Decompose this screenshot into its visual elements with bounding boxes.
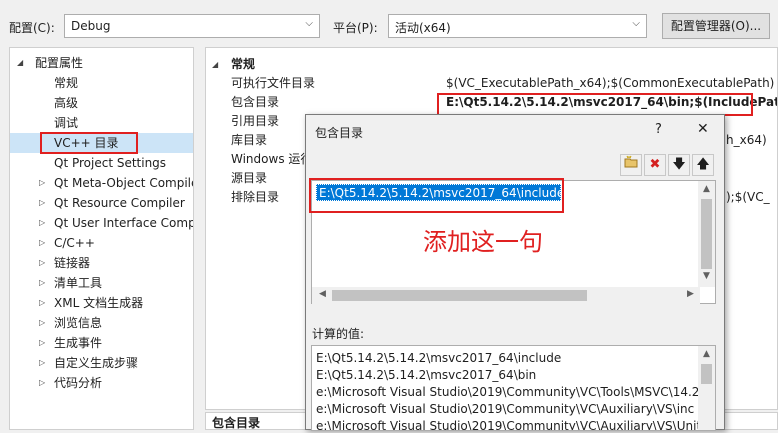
- tree-item-label: 常规: [54, 76, 79, 90]
- tree-item[interactable]: ▷ Qt Meta-Object Compile: [10, 173, 194, 193]
- platform-label: 平台(P):: [333, 21, 378, 35]
- computed-value-item: e:\Microsoft Visual Studio\2019\Communit…: [316, 402, 695, 416]
- annotation-text: 添加这一句: [423, 228, 543, 256]
- highlight-box: [40, 132, 138, 154]
- chevron-down-icon: ⌵: [632, 18, 640, 29]
- close-button[interactable]: ✕: [697, 121, 709, 137]
- computed-values-list[interactable]: E:\Qt5.14.2\5.14.2\msvc2017_64\include E:…: [311, 345, 716, 431]
- tree-item[interactable]: Qt Project Settings: [10, 153, 193, 173]
- property-name: 源目录: [231, 171, 268, 185]
- platform-value: 活动(x64): [395, 21, 451, 35]
- tree-item[interactable]: ▷ 链接器: [10, 253, 193, 273]
- property-name: 包含目录: [231, 95, 280, 109]
- move-down-icon[interactable]: 🡇: [668, 154, 690, 176]
- tree-item-label: 高级: [54, 96, 79, 110]
- property-value[interactable]: );$(VC_: [726, 188, 770, 207]
- help-button[interactable]: ?: [655, 122, 662, 137]
- property-value[interactable]: h_x64): [726, 131, 767, 150]
- tree-item[interactable]: ▷ 清单工具: [10, 273, 193, 293]
- computed-value-item: e:\Microsoft Visual Studio\2019\Communit…: [316, 385, 700, 399]
- tree-item[interactable]: ▷ 代码分析: [10, 373, 193, 393]
- grid-section-header[interactable]: ◢ 常规: [206, 55, 777, 74]
- chevron-down-icon: ⌵: [305, 18, 313, 29]
- collapse-triangle-icon: ◢: [212, 60, 219, 69]
- computed-value-item: e:\Microsoft Visual Studio\2019\Communit…: [316, 419, 716, 431]
- vertical-scrollbar[interactable]: ▲ ▼: [698, 181, 715, 287]
- tree-item[interactable]: ▷ C/C++: [10, 233, 193, 253]
- property-name: 可执行文件目录: [231, 76, 316, 90]
- delete-icon[interactable]: ✖: [644, 154, 666, 176]
- scroll-thumb[interactable]: [701, 364, 712, 384]
- tree-item-label: Qt Meta-Object Compile: [54, 176, 194, 190]
- highlight-box: [309, 178, 564, 213]
- tree-item-label: 代码分析: [54, 376, 103, 390]
- move-up-icon[interactable]: 🡅: [692, 154, 714, 176]
- tree-item-label: Qt User Interface Comp: [54, 216, 194, 230]
- tree-item-label: 清单工具: [54, 276, 103, 290]
- config-label: 配置(C):: [9, 21, 55, 35]
- expand-triangle-icon[interactable]: ▷: [39, 313, 45, 333]
- tree-item-label: 链接器: [54, 256, 91, 270]
- expand-triangle-icon[interactable]: ▷: [39, 233, 45, 253]
- property-name: Windows 运行: [231, 152, 313, 166]
- scroll-thumb[interactable]: [332, 290, 587, 301]
- computed-value-item: E:\Qt5.14.2\5.14.2\msvc2017_64\include: [316, 351, 562, 365]
- property-name: 排除目录: [231, 190, 280, 204]
- vertical-scrollbar[interactable]: ▲: [698, 346, 715, 430]
- scroll-down-icon[interactable]: ▼: [698, 271, 715, 281]
- expanded-triangle-icon: ◢: [17, 58, 24, 67]
- tree-item[interactable]: ▷ 生成事件: [10, 333, 193, 353]
- platform-dropdown[interactable]: 活动(x64) ⌵: [388, 14, 647, 38]
- expand-triangle-icon[interactable]: ▷: [39, 333, 45, 353]
- tree-item-label: 自定义生成步骤: [54, 356, 139, 370]
- property-row[interactable]: 可执行文件目录 $(VC_ExecutablePath_x64);$(Common…: [206, 74, 777, 93]
- property-tree: ◢ 配置属性 常规 高级 调试 VC++ 目录 Qt Project Settings ▷…: [9, 47, 194, 430]
- tree-item[interactable]: ▷ 浏览信息: [10, 313, 193, 333]
- dialog-title: 包含目录: [315, 126, 364, 140]
- scroll-up-icon[interactable]: ▲: [698, 184, 715, 194]
- property-name: 引用目录: [231, 114, 280, 128]
- tree-item[interactable]: ▷ XML 文档生成器: [10, 293, 193, 313]
- highlight-box: [437, 93, 753, 116]
- scroll-thumb[interactable]: [701, 199, 712, 269]
- tree-root[interactable]: ◢ 配置属性: [10, 53, 193, 73]
- expand-triangle-icon[interactable]: ▷: [39, 293, 45, 313]
- computed-values-label: 计算的值:: [312, 327, 365, 341]
- property-value[interactable]: $(VC_ExecutablePath_x64);$(CommonExecuta…: [446, 74, 774, 93]
- tree-item[interactable]: ▷ Qt User Interface Comp: [10, 213, 194, 233]
- horizontal-scrollbar[interactable]: ◀ ▶: [312, 287, 700, 304]
- tree-item-label: XML 文档生成器: [54, 296, 144, 310]
- tree-item-label: C/C++: [54, 236, 95, 250]
- tree-item[interactable]: 常规: [10, 73, 193, 93]
- tree-item[interactable]: 高级: [10, 93, 193, 113]
- scroll-up-icon[interactable]: ▲: [698, 349, 715, 359]
- expand-triangle-icon[interactable]: ▷: [39, 253, 45, 273]
- expand-triangle-icon[interactable]: ▷: [39, 173, 45, 193]
- computed-value-item: E:\Qt5.14.2\5.14.2\msvc2017_64\bin: [316, 368, 537, 382]
- expand-triangle-icon[interactable]: ▷: [39, 353, 45, 373]
- scroll-right-icon[interactable]: ▶: [682, 289, 699, 299]
- property-name: 库目录: [231, 133, 268, 147]
- tree-item-label: 浏览信息: [54, 316, 103, 330]
- include-directories-dialog: 包含目录 ? ✕ ✖ 🡇 🡅 E:\Qt5.14.2\5.14.2\msvc20…: [305, 114, 725, 431]
- expand-triangle-icon[interactable]: ▷: [39, 373, 45, 393]
- config-dropdown[interactable]: Debug ⌵: [64, 14, 320, 38]
- tree-item-label: 生成事件: [54, 336, 103, 350]
- scroll-left-icon[interactable]: ◀: [314, 289, 331, 299]
- tree-item[interactable]: ▷ Qt Resource Compiler: [10, 193, 193, 213]
- tree-item-label: 调试: [54, 116, 79, 130]
- new-folder-icon[interactable]: [620, 154, 642, 176]
- config-value: Debug: [71, 19, 111, 33]
- expand-triangle-icon[interactable]: ▷: [39, 193, 45, 213]
- expand-triangle-icon[interactable]: ▷: [39, 273, 45, 293]
- tree-item[interactable]: 调试: [10, 113, 193, 133]
- tree-item-label: Qt Resource Compiler: [54, 196, 185, 210]
- expand-triangle-icon[interactable]: ▷: [39, 213, 45, 233]
- tree-item[interactable]: ▷ 自定义生成步骤: [10, 353, 193, 373]
- config-manager-button[interactable]: 配置管理器(O)...: [662, 13, 770, 39]
- tree-item-label: Qt Project Settings: [54, 156, 167, 170]
